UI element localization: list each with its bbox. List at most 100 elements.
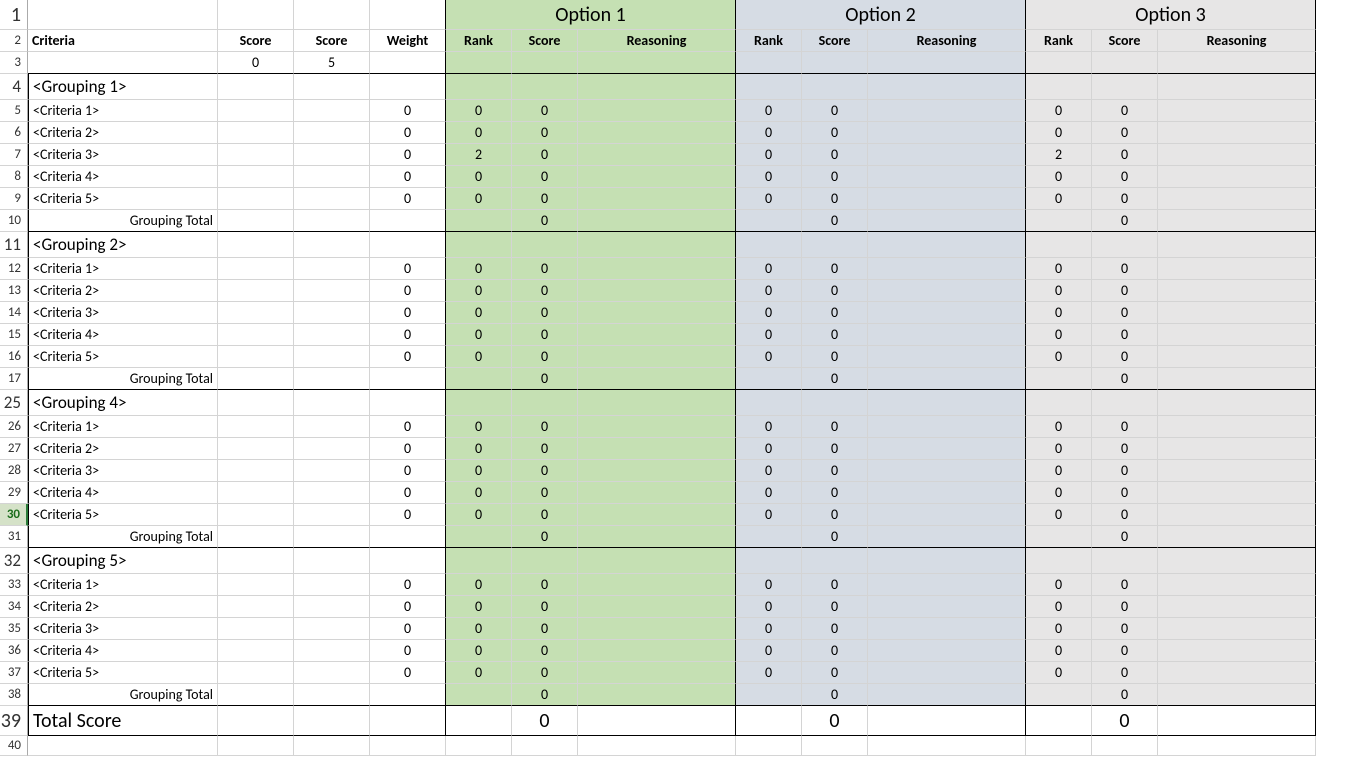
cell[interactable] — [218, 706, 294, 736]
o3-reason[interactable] — [1158, 662, 1316, 684]
group-total-o1[interactable]: 0 — [512, 684, 578, 706]
cell-weight-blank[interactable] — [370, 0, 446, 30]
o1-rank[interactable]: 0 — [446, 460, 512, 482]
grouping-total-label[interactable]: Grouping Total — [28, 526, 218, 548]
row-header[interactable]: 17 — [0, 368, 28, 390]
cell[interactable] — [218, 596, 294, 618]
scale-low[interactable]: 0 — [218, 52, 294, 74]
o1-score[interactable]: 0 — [512, 416, 578, 438]
o3-reason[interactable] — [1158, 346, 1316, 368]
o3-reason[interactable] — [1158, 482, 1316, 504]
cell[interactable] — [1158, 232, 1316, 258]
o1-rank[interactable]: 0 — [446, 438, 512, 460]
cell[interactable] — [578, 736, 736, 756]
grand-o2[interactable]: 0 — [802, 706, 868, 736]
cell[interactable] — [1158, 210, 1316, 232]
o1-reason[interactable] — [578, 416, 736, 438]
cell[interactable] — [370, 74, 446, 100]
row-header[interactable]: 31 — [0, 526, 28, 548]
cell[interactable] — [1158, 526, 1316, 548]
hdr-o1-reason[interactable]: Reasoning — [578, 30, 736, 52]
o2-rank[interactable]: 0 — [736, 346, 802, 368]
cell[interactable] — [218, 232, 294, 258]
cell[interactable] — [294, 640, 370, 662]
cell[interactable] — [370, 210, 446, 232]
hdr-weight[interactable]: Weight — [370, 30, 446, 52]
o3-reason[interactable] — [1158, 122, 1316, 144]
cell[interactable] — [294, 438, 370, 460]
o3-score[interactable]: 0 — [1092, 144, 1158, 166]
o2-reason[interactable] — [868, 662, 1026, 684]
o3-score[interactable]: 0 — [1092, 324, 1158, 346]
o2-rank[interactable]: 0 — [736, 100, 802, 122]
o3-reason[interactable] — [1158, 258, 1316, 280]
cell[interactable] — [1026, 684, 1092, 706]
o1-score[interactable]: 0 — [512, 100, 578, 122]
row-header[interactable]: 30 — [0, 504, 28, 526]
o2-score[interactable]: 0 — [802, 504, 868, 526]
cell[interactable] — [294, 74, 370, 100]
cell[interactable] — [218, 460, 294, 482]
o2-score[interactable]: 0 — [802, 416, 868, 438]
criteria-name[interactable]: <Criteria 2> — [28, 280, 218, 302]
row-header[interactable]: 6 — [0, 122, 28, 144]
row-header[interactable]: 8 — [0, 166, 28, 188]
cell[interactable] — [218, 302, 294, 324]
o2-rank[interactable]: 0 — [736, 280, 802, 302]
group-total-o3[interactable]: 0 — [1092, 526, 1158, 548]
grand-o1[interactable]: 0 — [512, 706, 578, 736]
cell[interactable] — [1158, 706, 1316, 736]
option3-title[interactable]: Option 3 — [1026, 0, 1316, 30]
o3-rank[interactable]: 0 — [1026, 100, 1092, 122]
o1-score[interactable]: 0 — [512, 438, 578, 460]
cell[interactable] — [736, 74, 802, 100]
row-header[interactable]: 14 — [0, 302, 28, 324]
group-total-o1[interactable]: 0 — [512, 210, 578, 232]
weight-cell[interactable]: 0 — [370, 482, 446, 504]
weight-cell[interactable]: 0 — [370, 144, 446, 166]
cell[interactable] — [868, 684, 1026, 706]
o2-reason[interactable] — [868, 122, 1026, 144]
weight-cell[interactable]: 0 — [370, 100, 446, 122]
o3-rank[interactable]: 0 — [1026, 346, 1092, 368]
criteria-name[interactable]: <Criteria 3> — [28, 144, 218, 166]
o2-rank[interactable]: 0 — [736, 618, 802, 640]
cell[interactable] — [218, 74, 294, 100]
weight-cell[interactable]: 0 — [370, 280, 446, 302]
cell[interactable] — [218, 346, 294, 368]
o2-reason[interactable] — [868, 346, 1026, 368]
o3-rank[interactable]: 0 — [1026, 416, 1092, 438]
cell[interactable] — [578, 368, 736, 390]
cell[interactable] — [370, 526, 446, 548]
o2-reason[interactable] — [868, 324, 1026, 346]
cell[interactable] — [1158, 736, 1316, 756]
o3-reason[interactable] — [1158, 416, 1316, 438]
cell[interactable] — [446, 210, 512, 232]
cell[interactable] — [736, 232, 802, 258]
group-title[interactable]: <Grouping 1> — [28, 74, 218, 100]
o3-rank[interactable]: 0 — [1026, 324, 1092, 346]
o3-reason[interactable] — [1158, 618, 1316, 640]
group-total-o1[interactable]: 0 — [512, 526, 578, 548]
cell[interactable] — [218, 368, 294, 390]
row-header[interactable]: 4 — [0, 74, 28, 100]
o1-rank[interactable]: 0 — [446, 258, 512, 280]
o3-score[interactable]: 0 — [1092, 416, 1158, 438]
cell[interactable] — [370, 390, 446, 416]
o1-rank[interactable]: 0 — [446, 416, 512, 438]
cell[interactable] — [218, 640, 294, 662]
row-header[interactable]: 5 — [0, 100, 28, 122]
cell[interactable] — [294, 526, 370, 548]
cell[interactable] — [28, 52, 218, 74]
cell[interactable] — [512, 390, 578, 416]
cell[interactable] — [294, 574, 370, 596]
cell[interactable] — [370, 706, 446, 736]
o2-rank[interactable]: 0 — [736, 166, 802, 188]
o1-reason[interactable] — [578, 122, 736, 144]
o3-reason[interactable] — [1158, 302, 1316, 324]
row-header[interactable]: 7 — [0, 144, 28, 166]
cell[interactable] — [1026, 526, 1092, 548]
criteria-name[interactable]: <Criteria 5> — [28, 188, 218, 210]
o1-score[interactable]: 0 — [512, 596, 578, 618]
o1-reason[interactable] — [578, 346, 736, 368]
